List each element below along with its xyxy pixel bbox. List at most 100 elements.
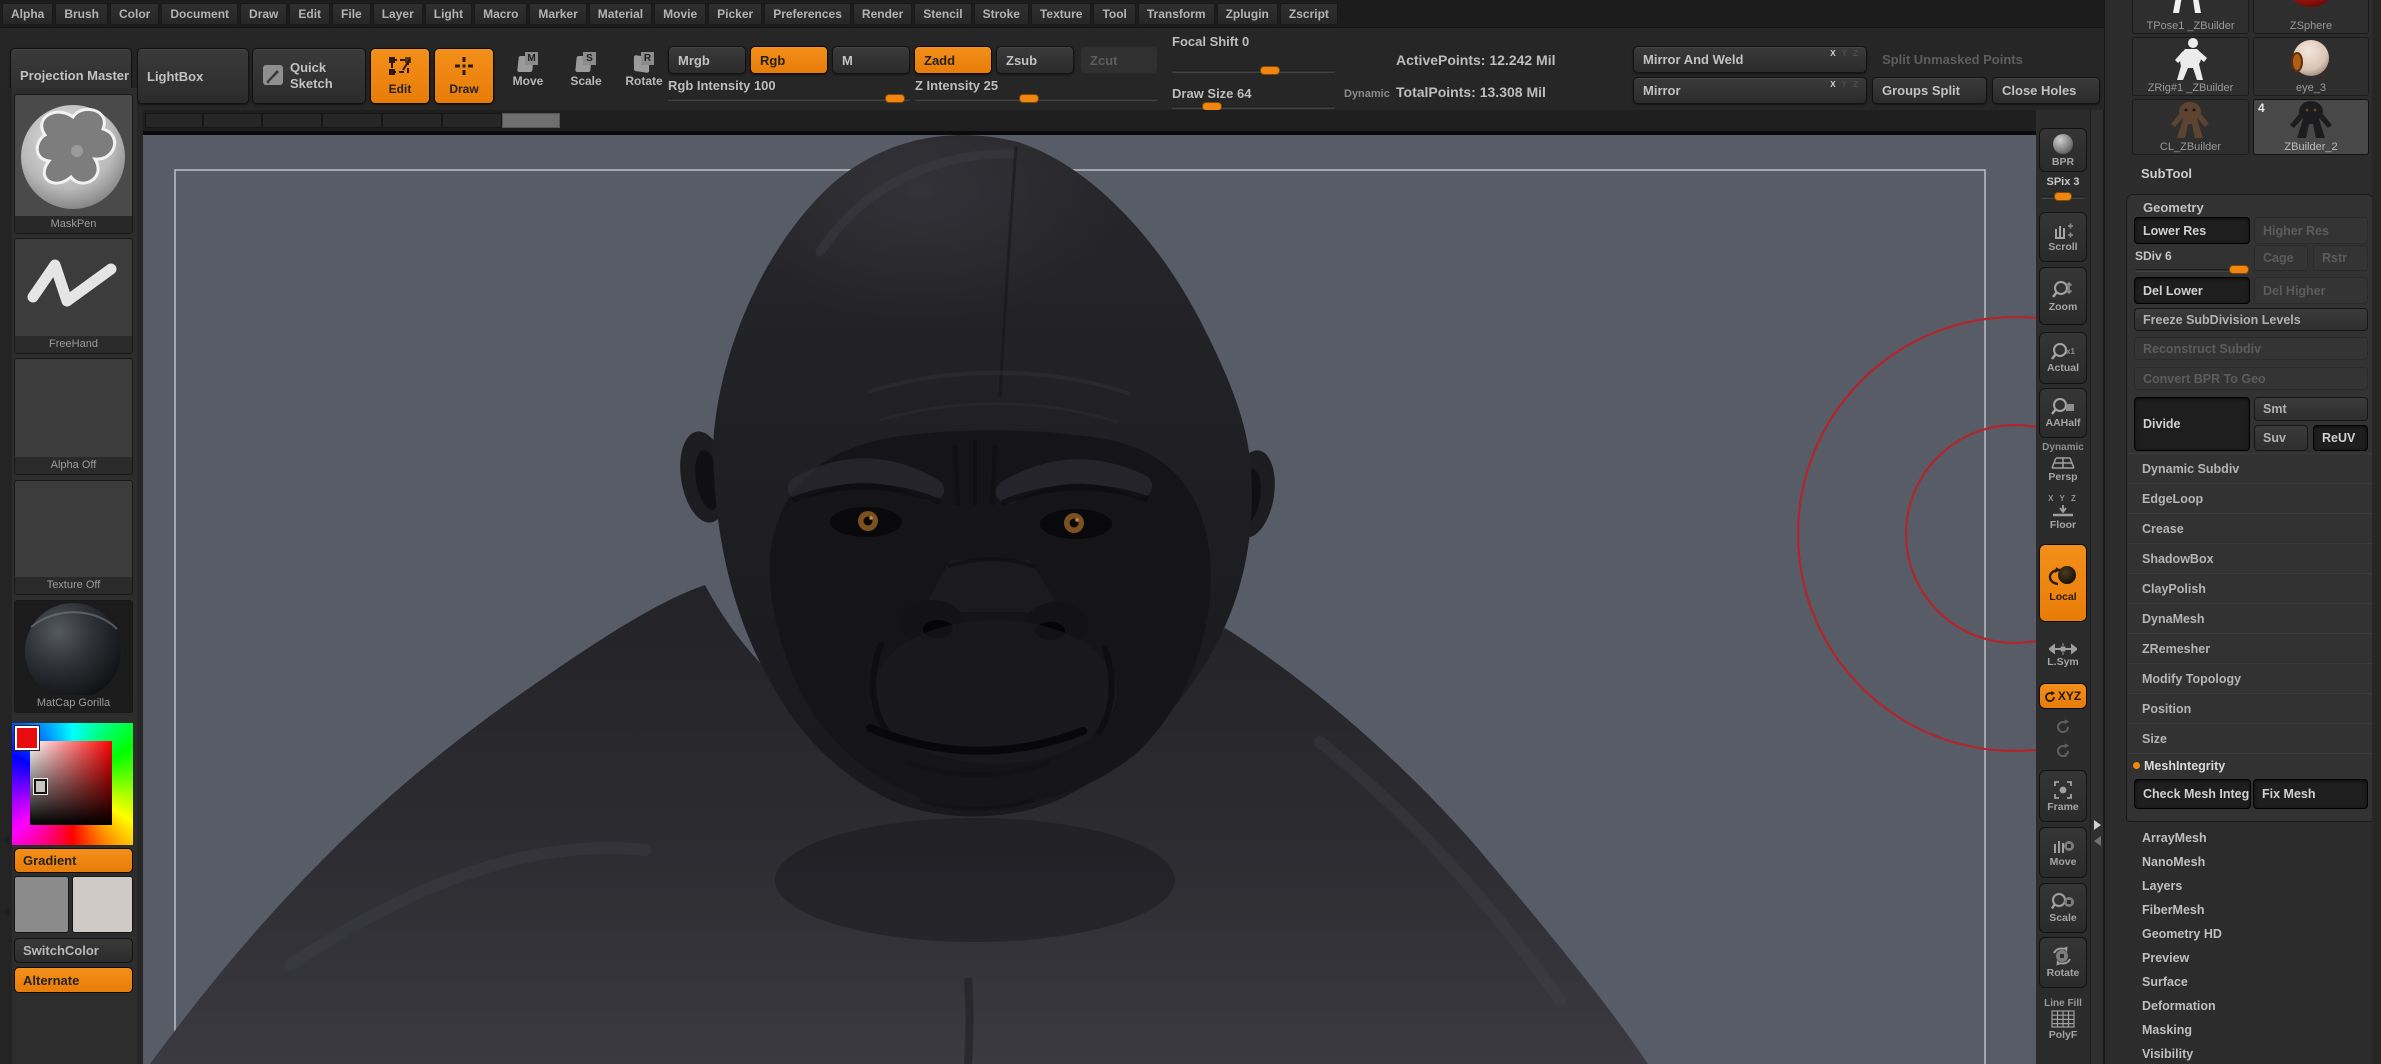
floor-axis-mini-label[interactable]: X Y Z — [2036, 494, 2090, 503]
quick-sketch-button[interactable]: Quick Sketch — [252, 48, 366, 104]
tool-thumb-zsphere[interactable]: ZSphere — [2253, 0, 2369, 34]
draw-button[interactable]: Draw — [434, 48, 494, 104]
menu-stencil[interactable]: Stencil — [914, 2, 972, 25]
palette-geometry-hd[interactable]: Geometry HD — [2126, 922, 2372, 946]
section-mesh-integrity[interactable]: MeshIntegrity — [2128, 753, 2374, 777]
mirror-and-weld-button[interactable]: Mirror And Weld X Y Z — [1633, 46, 1867, 73]
menu-macro[interactable]: Macro — [474, 2, 528, 25]
menu-transform[interactable]: Transform — [1137, 2, 1215, 25]
menu-render[interactable]: Render — [852, 2, 913, 25]
menu-alpha[interactable]: Alpha — [2, 2, 54, 25]
section-dynamesh[interactable]: DynaMesh — [2128, 603, 2374, 633]
palette-nanomesh[interactable]: NanoMesh — [2126, 850, 2372, 874]
menu-zplugin[interactable]: Zplugin — [1216, 2, 1278, 25]
fix-mesh-button[interactable]: Fix Mesh — [2253, 779, 2368, 809]
switch-color-button[interactable]: SwitchColor — [14, 938, 133, 963]
secondary-color-swatch[interactable] — [72, 876, 133, 933]
strip-rotate-button[interactable]: Rotate — [2039, 937, 2087, 988]
palette-arraymesh[interactable]: ArrayMesh — [2126, 826, 2372, 850]
local-button[interactable]: Local — [2039, 544, 2087, 622]
tool-thumb-zbuilder2-selected[interactable]: 4 ZBuilder_2 — [2253, 99, 2369, 155]
palette-deformation[interactable]: Deformation — [2126, 994, 2372, 1018]
canvas-top-divider[interactable] — [143, 110, 2036, 131]
divider-drag-thumb[interactable] — [502, 113, 560, 128]
mirror-button[interactable]: Mirror X Y Z — [1633, 77, 1867, 104]
section-crease[interactable]: Crease — [2128, 513, 2374, 543]
menu-texture[interactable]: Texture — [1030, 2, 1092, 25]
color-picker[interactable] — [12, 723, 133, 845]
main-color-swatch[interactable] — [14, 876, 69, 933]
tool-thumb-zrig[interactable]: ZRig#1 _ZBuilder — [2132, 37, 2249, 96]
spix-slider[interactable] — [2041, 192, 2085, 201]
palette-layers[interactable]: Layers — [2126, 874, 2372, 898]
menu-zscript[interactable]: Zscript — [1279, 2, 1338, 25]
current-brush-thumbnail[interactable]: MaskPen — [14, 94, 133, 234]
document-canvas[interactable] — [143, 131, 2234, 1064]
section-edgeloop[interactable]: EdgeLoop — [2128, 483, 2374, 513]
current-material-thumbnail[interactable]: MatCap Gorilla — [14, 600, 133, 713]
menu-edit[interactable]: Edit — [289, 2, 331, 25]
strip-scale-button[interactable]: Scale — [2039, 883, 2087, 933]
current-color-swatch[interactable] — [14, 725, 40, 751]
current-alpha-thumbnail[interactable]: Alpha Off — [14, 358, 133, 475]
palette-visibility[interactable]: Visibility — [2126, 1042, 2372, 1064]
rgb-button[interactable]: Rgb — [750, 46, 828, 74]
edit-button[interactable]: Edit — [370, 48, 430, 104]
tool-thumb-eye[interactable]: eye_3 — [2253, 37, 2369, 96]
scroll-button[interactable]: Scroll — [2039, 212, 2087, 262]
tray-collapse-icon[interactable] — [3, 835, 9, 845]
rotate-z-toggle[interactable]: z — [2039, 742, 2087, 758]
suv-button[interactable]: Suv — [2254, 425, 2308, 451]
actual-button[interactable]: x1 Actual — [2039, 332, 2087, 384]
sv-cursor[interactable] — [34, 779, 47, 794]
gorilla-model[interactable] — [150, 135, 1648, 1064]
lightbox-button[interactable]: LightBox — [137, 48, 249, 104]
right-panel-scrollbar[interactable] — [2372, 0, 2381, 1064]
smt-button[interactable]: Smt — [2254, 397, 2368, 421]
groups-split-button[interactable]: Groups Split — [1872, 77, 1987, 104]
frame-button[interactable]: Frame — [2039, 770, 2087, 822]
check-mesh-integrity-button[interactable]: Check Mesh Integri — [2134, 779, 2251, 809]
menu-draw[interactable]: Draw — [240, 2, 288, 25]
menu-document[interactable]: Document — [161, 2, 239, 25]
del-lower-button[interactable]: Del Lower — [2134, 277, 2250, 304]
rotate-tool[interactable]: R Rotate — [616, 52, 672, 88]
subtool-section-header[interactable]: SubTool — [2141, 166, 2192, 181]
section-position[interactable]: Position — [2128, 693, 2374, 723]
rgb-intensity-slider[interactable] — [668, 94, 910, 103]
reuv-button[interactable]: ReUV — [2313, 425, 2368, 451]
menu-material[interactable]: Material — [588, 2, 653, 25]
palette-surface[interactable]: Surface — [2126, 970, 2372, 994]
close-holes-button[interactable]: Close Holes — [1992, 77, 2100, 104]
floor-button[interactable]: Floor — [2039, 504, 2087, 531]
menu-brush[interactable]: Brush — [55, 2, 109, 25]
axis-selector[interactable]: X Y Z — [1830, 49, 1860, 58]
draw-size-dynamic-label[interactable]: Dynamic — [1344, 88, 1390, 100]
draw-size-slider[interactable] — [1172, 102, 1335, 111]
bpr-button[interactable]: BPR — [2039, 128, 2087, 172]
lower-res-button[interactable]: Lower Res — [2134, 217, 2250, 244]
divider-close-icon[interactable] — [2094, 836, 2101, 846]
palette-preview[interactable]: Preview — [2126, 946, 2372, 970]
menu-file[interactable]: File — [332, 2, 371, 25]
tool-thumb-tpose1[interactable]: TPose1 _ZBuilder — [2132, 0, 2249, 34]
persp-button[interactable]: Persp — [2039, 454, 2087, 483]
palette-fibermesh[interactable]: FiberMesh — [2126, 898, 2372, 922]
focal-shift-slider[interactable] — [1172, 66, 1335, 75]
alternate-button[interactable]: Alternate — [14, 967, 133, 993]
divider-open-icon[interactable] — [2094, 820, 2101, 830]
menu-picker[interactable]: Picker — [708, 2, 763, 25]
section-size[interactable]: Size — [2128, 723, 2374, 753]
menu-light[interactable]: Light — [424, 2, 473, 25]
menu-layer[interactable]: Layer — [372, 2, 423, 25]
menu-movie[interactable]: Movie — [654, 2, 707, 25]
rotate-y-toggle[interactable] — [2039, 718, 2087, 734]
lsym-button[interactable]: L.Sym — [2039, 634, 2087, 676]
section-modify-topology[interactable]: Modify Topology — [2128, 663, 2374, 693]
section-dynamic-subdiv[interactable]: Dynamic Subdiv — [2128, 453, 2374, 483]
zadd-button[interactable]: Zadd — [914, 46, 992, 74]
freeze-subdivision-button[interactable]: Freeze SubDivision Levels — [2134, 308, 2368, 331]
menu-marker[interactable]: Marker — [529, 2, 587, 25]
axis-selector-mirror[interactable]: X Y Z — [1830, 80, 1860, 89]
current-texture-thumbnail[interactable]: Texture Off — [14, 480, 133, 595]
